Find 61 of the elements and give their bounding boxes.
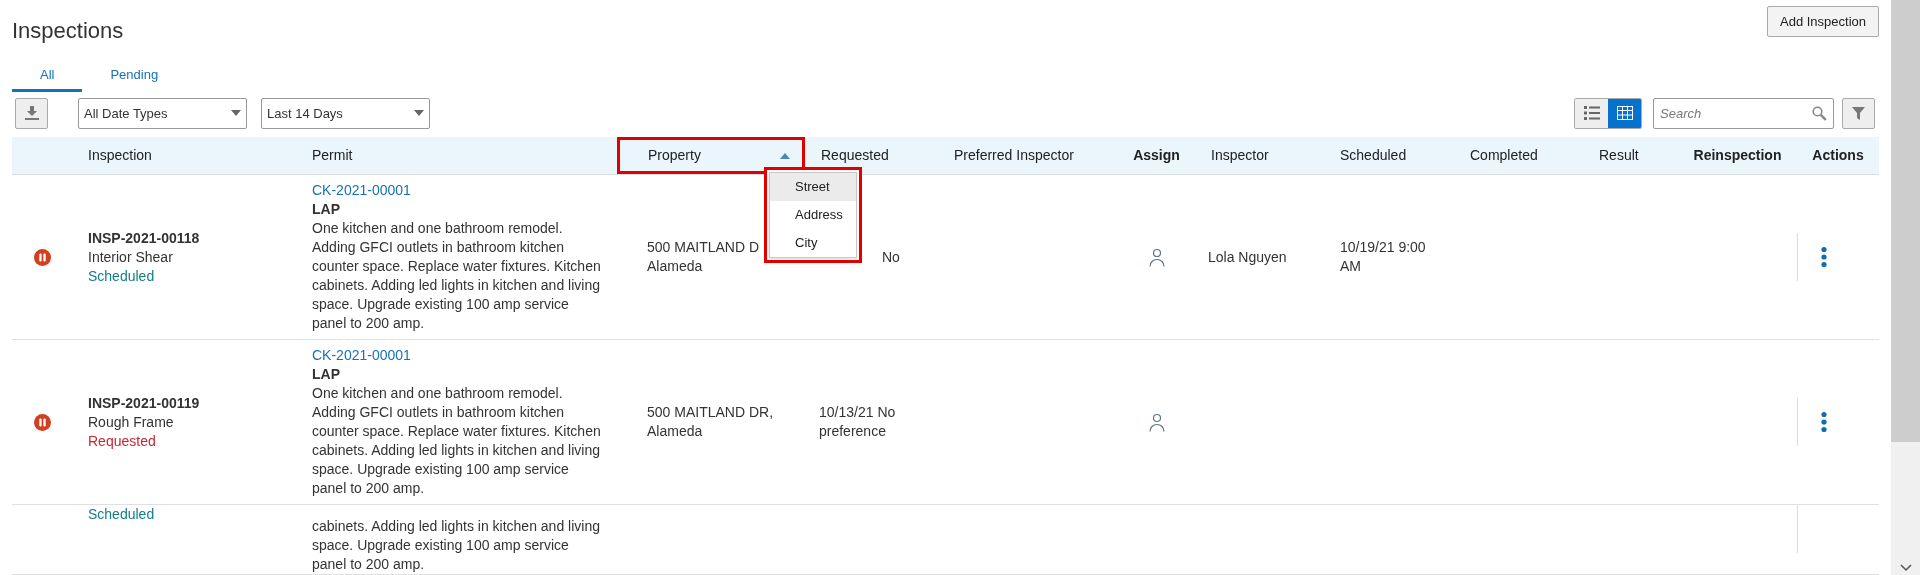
inspection-status: Scheduled bbox=[88, 266, 156, 286]
person-icon[interactable] bbox=[1148, 412, 1165, 432]
actions-menu-icon[interactable] bbox=[1820, 246, 1828, 268]
tab[interactable]: All bbox=[12, 60, 83, 92]
sort-ascending-icon[interactable] bbox=[780, 152, 790, 159]
column-header[interactable]: Result bbox=[1583, 137, 1678, 174]
filter-button[interactable] bbox=[1842, 97, 1875, 129]
list-view-toggle[interactable] bbox=[1575, 98, 1608, 128]
permit-description: cabinets. Adding led lights in kitchen and living space. Upgrade existing 100 amp service panel to 200 amp. bbox=[312, 517, 601, 574]
download-button[interactable] bbox=[15, 97, 48, 129]
column-header[interactable]: Scheduled bbox=[1324, 137, 1454, 174]
search-icon[interactable] bbox=[1812, 105, 1827, 121]
property-city: Alameda bbox=[647, 422, 704, 441]
inspection-type: Interior Shear bbox=[88, 247, 174, 267]
person-icon[interactable] bbox=[1148, 247, 1165, 267]
column-header[interactable]: Reinspection bbox=[1678, 137, 1797, 174]
pause-icon bbox=[33, 248, 51, 266]
column-header[interactable]: Preferred Inspector bbox=[938, 137, 1118, 174]
menu-item[interactable]: City bbox=[770, 229, 856, 257]
permit-description: One kitchen and one bathroom remodel. Adding GFCI outlets in bathroom kitchen counter space. Replace water fixtures. Kitchen cabinets. Adding led lights in kitchen and living space. Upgrade existing 100 amp service panel to 200 amp. bbox=[312, 219, 602, 333]
property-street: 500 MAITLAND DR, bbox=[647, 403, 775, 422]
permit-link[interactable]: CK-2021-00001 bbox=[312, 346, 411, 365]
column-header[interactable]: Assign bbox=[1118, 137, 1195, 174]
property-city: Alameda bbox=[647, 257, 704, 276]
pause-icon bbox=[33, 413, 51, 431]
scrollbar[interactable] bbox=[1891, 0, 1920, 575]
caret-icon bbox=[414, 110, 424, 117]
list-icon bbox=[1583, 106, 1600, 121]
download-icon bbox=[24, 106, 39, 121]
caret-icon bbox=[231, 110, 241, 117]
actions-menu-icon[interactable] bbox=[1820, 411, 1828, 433]
permit-description: One kitchen and one bathroom remodel. Adding GFCI outlets in bathroom kitchen counter space. Replace water fixtures. Kitchen cabinets. Adding led lights in kitchen and living space. Upgrade existing 100 amp service panel to 200 amp. bbox=[312, 384, 602, 498]
search-field[interactable]: Search bbox=[1653, 97, 1834, 129]
column-header[interactable]: Requested bbox=[805, 137, 938, 174]
table-view-toggle[interactable] bbox=[1608, 98, 1641, 128]
column-header[interactable]: Actions bbox=[1797, 137, 1879, 174]
inspection-id: INSP-2021-00118 bbox=[88, 228, 201, 248]
requested-cell: No bbox=[882, 248, 900, 265]
filter-dropdown[interactable]: All Date Types bbox=[78, 97, 247, 129]
menu-item[interactable]: Address bbox=[770, 201, 856, 229]
permit-code: LAP bbox=[312, 200, 341, 219]
inspection-status: Requested bbox=[88, 431, 157, 451]
add-inspection-button[interactable]: Add Inspection bbox=[1767, 6, 1879, 37]
funnel-icon bbox=[1852, 106, 1865, 120]
scheduled-time: 10/19/21 9:00 AM bbox=[1340, 239, 1426, 274]
inspector-name: Lola Nguyen bbox=[1208, 248, 1287, 265]
inspection-type: Rough Frame bbox=[88, 412, 175, 432]
column-header[interactable]: Inspector bbox=[1195, 137, 1324, 174]
inspection-id: INSP-2021-00119 bbox=[88, 393, 201, 413]
column-header[interactable]: Inspection bbox=[72, 137, 296, 174]
requested-cell: 10/13/21 No preference bbox=[819, 404, 896, 439]
grid-icon bbox=[1616, 106, 1633, 121]
menu-item[interactable]: Street bbox=[770, 173, 856, 201]
tab[interactable]: Pending bbox=[82, 60, 187, 92]
column-header[interactable]: Completed bbox=[1454, 137, 1583, 174]
permit-code: LAP bbox=[312, 365, 341, 384]
inspection-status: Scheduled bbox=[88, 505, 156, 524]
permit-link[interactable]: CK-2021-00001 bbox=[312, 181, 411, 200]
filter-dropdown[interactable]: Last 14 Days bbox=[261, 97, 430, 129]
scroll-down-icon[interactable] bbox=[1899, 564, 1912, 572]
page-title: Inspections bbox=[12, 17, 124, 45]
